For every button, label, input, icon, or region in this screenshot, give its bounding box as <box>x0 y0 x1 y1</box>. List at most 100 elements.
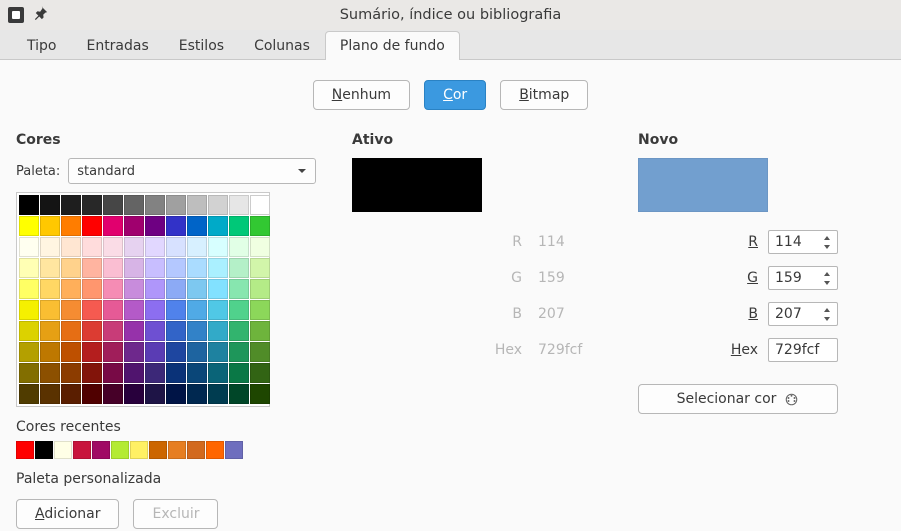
swatch[interactable] <box>187 300 207 320</box>
swatch[interactable] <box>103 300 123 320</box>
swatch[interactable] <box>82 342 102 362</box>
swatch[interactable] <box>166 384 186 404</box>
swatch[interactable] <box>250 300 270 320</box>
swatch[interactable] <box>208 258 228 278</box>
swatch[interactable] <box>103 363 123 383</box>
swatch[interactable] <box>124 321 144 341</box>
swatch[interactable] <box>82 384 102 404</box>
swatch[interactable] <box>40 384 60 404</box>
swatch[interactable] <box>19 363 39 383</box>
swatch[interactable] <box>40 321 60 341</box>
swatch[interactable] <box>103 237 123 257</box>
swatch[interactable] <box>82 237 102 257</box>
pin-icon[interactable] <box>34 6 48 24</box>
swatch[interactable] <box>145 300 165 320</box>
recent-swatch[interactable] <box>16 441 34 459</box>
swatch[interactable] <box>124 258 144 278</box>
swatch[interactable] <box>145 279 165 299</box>
swatch[interactable] <box>229 195 249 215</box>
mode-color-button[interactable]: Cor <box>424 80 486 110</box>
recent-swatch[interactable] <box>187 441 205 459</box>
add-button[interactable]: Adicionar <box>16 499 119 529</box>
swatch[interactable] <box>103 216 123 236</box>
swatch[interactable] <box>145 321 165 341</box>
swatch[interactable] <box>187 195 207 215</box>
swatch[interactable] <box>229 258 249 278</box>
swatch[interactable] <box>19 384 39 404</box>
swatch[interactable] <box>250 216 270 236</box>
swatch[interactable] <box>229 237 249 257</box>
swatch[interactable] <box>103 195 123 215</box>
swatch[interactable] <box>19 258 39 278</box>
swatch[interactable] <box>166 195 186 215</box>
novo-r-input[interactable]: 114 <box>768 230 838 254</box>
palette-select[interactable]: standard <box>68 158 316 184</box>
swatch[interactable] <box>19 195 39 215</box>
swatch[interactable] <box>187 237 207 257</box>
swatch[interactable] <box>82 300 102 320</box>
mode-none-button[interactable]: Nenhum <box>313 80 410 110</box>
mode-bitmap-button[interactable]: Bitmap <box>500 80 588 110</box>
swatch[interactable] <box>124 363 144 383</box>
swatch[interactable] <box>229 300 249 320</box>
swatch[interactable] <box>40 300 60 320</box>
swatch[interactable] <box>40 237 60 257</box>
recent-swatch[interactable] <box>92 441 110 459</box>
swatch[interactable] <box>40 342 60 362</box>
swatch[interactable] <box>61 237 81 257</box>
swatch[interactable] <box>250 258 270 278</box>
swatch[interactable] <box>250 237 270 257</box>
recent-swatch[interactable] <box>149 441 167 459</box>
swatch[interactable] <box>145 258 165 278</box>
swatch[interactable] <box>187 216 207 236</box>
recent-swatch[interactable] <box>111 441 129 459</box>
swatch[interactable] <box>229 216 249 236</box>
swatch[interactable] <box>208 321 228 341</box>
swatch[interactable] <box>166 342 186 362</box>
swatch[interactable] <box>61 258 81 278</box>
recent-swatch[interactable] <box>168 441 186 459</box>
swatch[interactable] <box>229 279 249 299</box>
swatch[interactable] <box>82 363 102 383</box>
swatch[interactable] <box>124 216 144 236</box>
swatch[interactable] <box>124 279 144 299</box>
swatch[interactable] <box>208 384 228 404</box>
swatch[interactable] <box>166 237 186 257</box>
tab-estilos[interactable]: Estilos <box>164 31 239 60</box>
swatch[interactable] <box>187 384 207 404</box>
swatch[interactable] <box>40 363 60 383</box>
swatch[interactable] <box>103 258 123 278</box>
swatch[interactable] <box>82 195 102 215</box>
swatch[interactable] <box>250 195 270 215</box>
swatch[interactable] <box>103 384 123 404</box>
swatch[interactable] <box>82 216 102 236</box>
tab-colunas[interactable]: Colunas <box>239 31 325 60</box>
swatch[interactable] <box>124 237 144 257</box>
swatch[interactable] <box>124 342 144 362</box>
swatch[interactable] <box>250 384 270 404</box>
tab-tipo[interactable]: Tipo <box>12 31 71 60</box>
swatch[interactable] <box>40 216 60 236</box>
tab-entradas[interactable]: Entradas <box>71 31 163 60</box>
recent-swatch[interactable] <box>73 441 91 459</box>
swatch[interactable] <box>187 321 207 341</box>
recent-swatch[interactable] <box>54 441 72 459</box>
swatch[interactable] <box>145 342 165 362</box>
pick-color-button[interactable]: Selecionar cor <box>638 384 838 414</box>
swatch[interactable] <box>19 216 39 236</box>
recent-swatch[interactable] <box>35 441 53 459</box>
swatch[interactable] <box>229 321 249 341</box>
swatch[interactable] <box>103 342 123 362</box>
swatch[interactable] <box>61 384 81 404</box>
swatch[interactable] <box>145 216 165 236</box>
swatch[interactable] <box>145 363 165 383</box>
swatch[interactable] <box>103 279 123 299</box>
swatch[interactable] <box>229 363 249 383</box>
swatch[interactable] <box>124 300 144 320</box>
swatch[interactable] <box>40 279 60 299</box>
swatch[interactable] <box>187 363 207 383</box>
swatch[interactable] <box>61 195 81 215</box>
swatch[interactable] <box>19 321 39 341</box>
swatch[interactable] <box>82 279 102 299</box>
swatch[interactable] <box>187 342 207 362</box>
